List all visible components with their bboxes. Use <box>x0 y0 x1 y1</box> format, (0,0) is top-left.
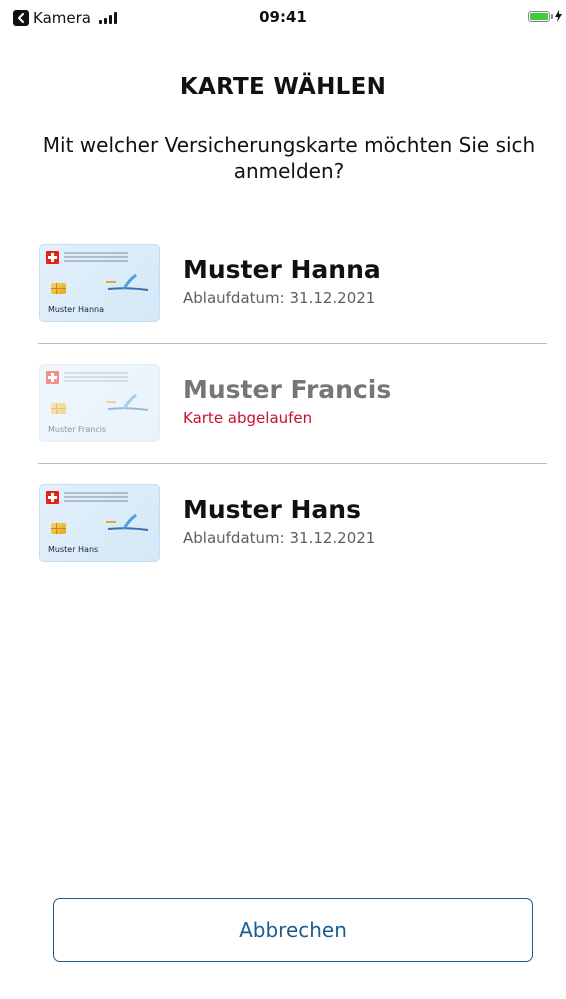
chip-icon <box>51 523 66 534</box>
cancel-button[interactable]: Abbrechen <box>53 898 533 962</box>
battery-icon <box>528 10 562 22</box>
card-logo-icon <box>106 513 149 531</box>
card-holder-name: Muster Hans <box>183 495 361 524</box>
card-item-muster-hanna[interactable]: Muster Hanna Muster Hanna Ablaufdatum: 3… <box>38 224 547 344</box>
card-holder-name: Muster Hanna <box>183 255 381 284</box>
card-holder-label: Muster Hanna <box>48 305 104 314</box>
card-item-muster-francis[interactable]: Muster Francis Muster Francis Karte abge… <box>38 344 547 464</box>
insurance-card-image: Muster Hans <box>39 484 160 562</box>
page-subtitle: Mit welcher Versicherungskarte möchten S… <box>42 133 536 183</box>
insurance-card-image: Muster Hanna <box>39 244 160 322</box>
status-bar: Kamera 09:41 <box>0 0 566 34</box>
page-title: KARTE WÄHLEN <box>179 74 387 100</box>
card-expiry-date: Ablaufdatum: 31.12.2021 <box>183 289 376 307</box>
chip-icon <box>51 403 66 414</box>
swiss-flag-icon <box>46 371 59 384</box>
card-logo-icon <box>106 393 149 411</box>
chip-icon <box>51 283 66 294</box>
insurance-card-list: Muster Hanna Muster Hanna Ablaufdatum: 3… <box>38 224 547 583</box>
card-item-muster-hans[interactable]: Muster Hans Muster Hans Ablaufdatum: 31.… <box>38 464 547 583</box>
card-holder-label: Muster Hans <box>48 545 99 554</box>
swiss-flag-icon <box>46 491 59 504</box>
swiss-flag-icon <box>46 251 59 264</box>
insurance-card-image: Muster Francis <box>39 364 160 442</box>
card-logo-icon <box>106 273 149 291</box>
charging-icon <box>555 10 562 22</box>
status-time: 09:41 <box>259 8 307 26</box>
card-expiry-date: Ablaufdatum: 31.12.2021 <box>183 529 376 547</box>
card-holder-label: Muster Francis <box>48 425 107 434</box>
card-holder-name: Muster Francis <box>183 375 392 404</box>
card-expired-status: Karte abgelaufen <box>183 409 313 427</box>
